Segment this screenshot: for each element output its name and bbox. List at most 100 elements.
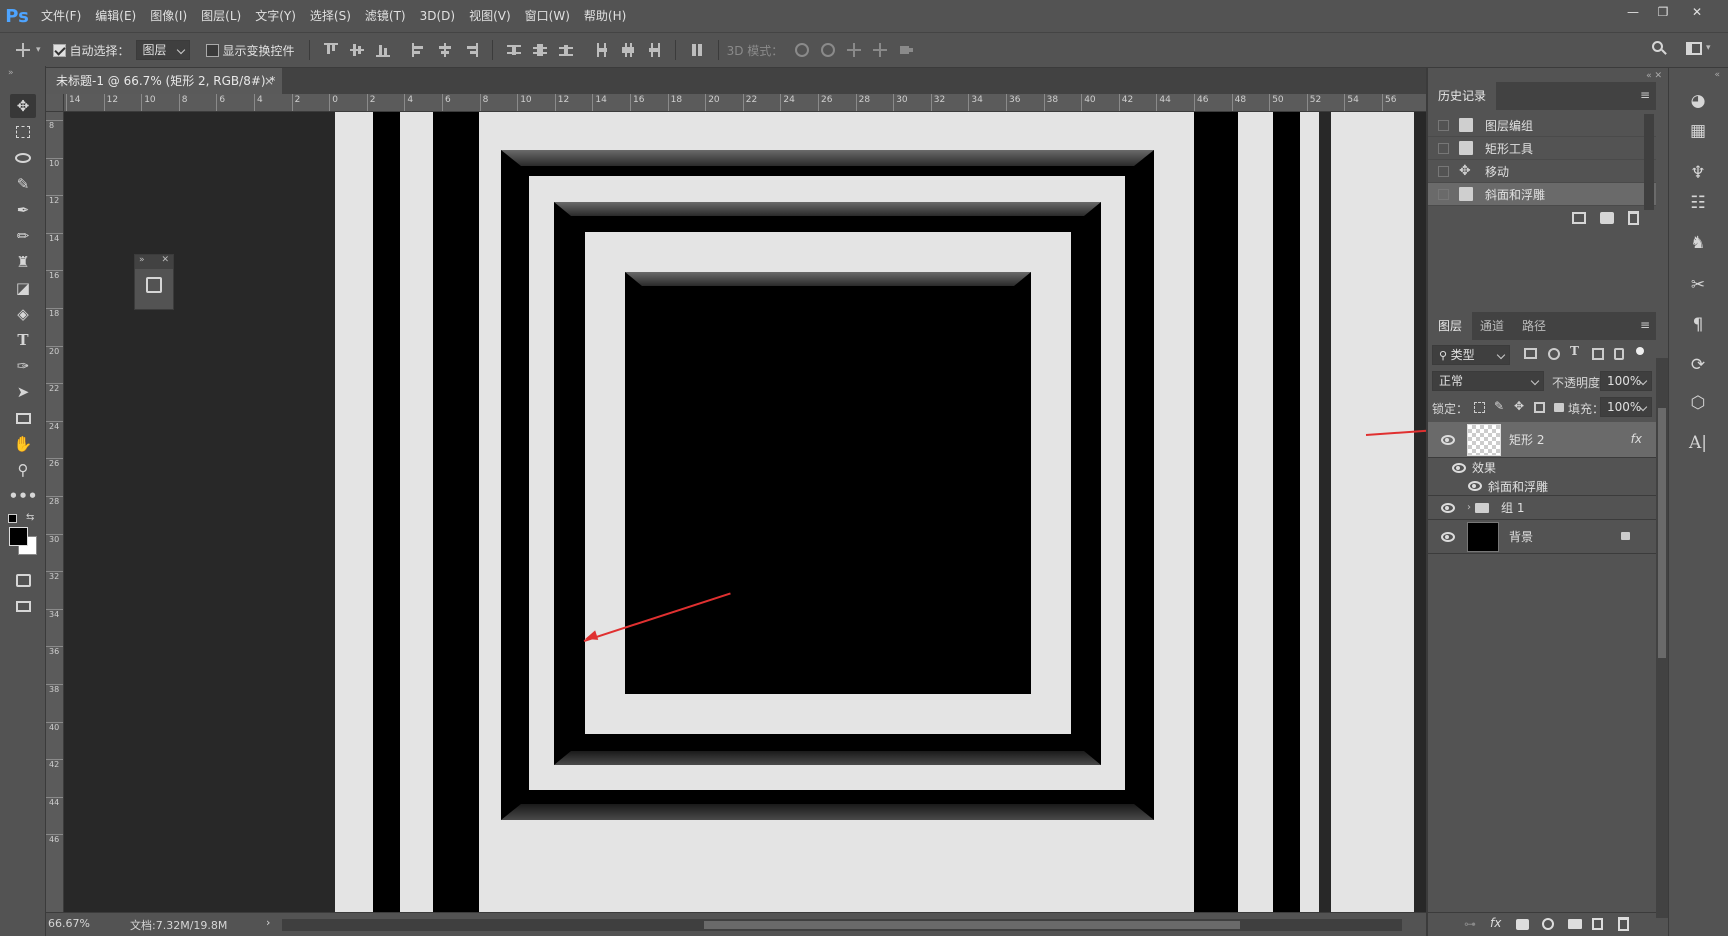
menu-type[interactable]: 文字(Y)	[248, 0, 303, 32]
3d-cube-icon[interactable]: ⬡	[1687, 392, 1709, 414]
restore-button[interactable]: ❐	[1650, 4, 1676, 20]
move-tool-icon[interactable]	[16, 43, 30, 57]
add-style-icon[interactable]: fx	[1490, 916, 1501, 930]
layers-scroll-thumb[interactable]	[1658, 408, 1666, 658]
menu-edit[interactable]: 编辑(E)	[88, 0, 143, 32]
align-left-icon[interactable]	[411, 43, 426, 57]
character-icon[interactable]: A|	[1687, 432, 1709, 454]
tab-layers[interactable]: 图层	[1428, 312, 1473, 340]
menu-file[interactable]: 文件(F)	[34, 0, 88, 32]
menu-filter[interactable]: 滤镜(T)	[358, 0, 413, 32]
color-palette-icon[interactable]: ◕	[1687, 90, 1709, 112]
distribute-top-icon[interactable]	[506, 43, 521, 57]
show-transform-checkbox[interactable]	[205, 43, 219, 57]
filter-shape-icon[interactable]	[1592, 348, 1604, 360]
collapse-panels-icon[interactable]: « ✕	[1646, 71, 1662, 81]
history-snapshot-box[interactable]	[1438, 119, 1449, 131]
document-tab[interactable]: 未标题-1 @ 66.7% (矩形 2, RGB/8#) * ×	[46, 68, 282, 94]
new-layer-icon[interactable]	[1592, 918, 1603, 930]
align-top-icon[interactable]	[323, 43, 338, 57]
tab-paths[interactable]: 路径	[1512, 312, 1556, 340]
history-snapshot-box[interactable]	[1438, 165, 1449, 177]
layer-row-background[interactable]: 背景	[1428, 520, 1656, 554]
distribute-left-icon[interactable]	[595, 43, 609, 57]
ruler-origin[interactable]	[46, 94, 64, 111]
properties-icon[interactable]: ⟳	[1687, 354, 1709, 376]
auto-align-icon[interactable]	[690, 43, 704, 57]
eraser-tool-icon[interactable]: ◪	[10, 276, 36, 300]
filter-adjustment-icon[interactable]	[1548, 348, 1560, 360]
screen-mode-icon[interactable]	[10, 594, 36, 618]
link-layers-icon[interactable]: ⊶	[1464, 917, 1476, 931]
expand-chevron-icon[interactable]: ›	[1467, 502, 1471, 513]
lock-artboard-icon[interactable]	[1534, 402, 1545, 413]
opacity-field[interactable]: 100%	[1600, 371, 1652, 391]
workspace-chevron-icon[interactable]: ▾	[1706, 43, 1711, 53]
foreground-color-swatch[interactable]	[9, 527, 28, 546]
menu-select[interactable]: 选择(S)	[303, 0, 358, 32]
filter-smart-object-icon[interactable]	[1614, 348, 1624, 360]
blend-mode-dropdown[interactable]: 正常	[1432, 371, 1544, 391]
menu-3d[interactable]: 3D(D)	[413, 0, 462, 32]
menu-image[interactable]: 图像(I)	[143, 0, 194, 32]
layers-scrollbar[interactable]	[1656, 358, 1668, 918]
menu-view[interactable]: 视图(V)	[462, 0, 518, 32]
horizontal-scrollbar[interactable]	[282, 919, 1402, 931]
distribute-hcenter-icon[interactable]	[621, 43, 635, 57]
paragraph-icon[interactable]: ¶	[1687, 314, 1709, 336]
visibility-eye-icon[interactable]	[1468, 481, 1482, 491]
quick-select-tool-icon[interactable]: ✎	[10, 172, 36, 196]
canvas-workspace[interactable]	[64, 112, 1426, 912]
close-button[interactable]: ✕	[1684, 4, 1710, 20]
path-select-tool-icon[interactable]: ➤	[10, 380, 36, 404]
tab-history[interactable]: 历史记录	[1428, 82, 1497, 110]
history-snapshot-box[interactable]	[1438, 188, 1449, 200]
fill-field[interactable]: 100%	[1600, 397, 1652, 417]
pen-tool-icon[interactable]: ✑	[10, 354, 36, 378]
history-scrollbar[interactable]	[1644, 114, 1654, 210]
lock-paint-icon[interactable]: ✎	[1494, 399, 1504, 413]
status-menu-arrow-icon[interactable]: ›	[266, 916, 270, 929]
brushes-icon[interactable]: ♆	[1687, 162, 1709, 184]
tool-preset-chevron-icon[interactable]: ▾	[36, 45, 41, 55]
menu-help[interactable]: 帮助(H)	[577, 0, 633, 32]
collapse-toolbox-icon[interactable]: »	[8, 68, 14, 78]
auto-select-checkbox[interactable]	[52, 43, 66, 57]
effects-row[interactable]: 效果	[1428, 458, 1656, 477]
3d-pan-icon[interactable]	[847, 43, 862, 57]
move-tool-icon[interactable]: ✥	[10, 94, 36, 118]
type-tool-icon[interactable]: T	[10, 328, 36, 352]
add-mask-icon[interactable]	[1516, 919, 1529, 930]
visibility-eye-icon[interactable]	[1441, 502, 1455, 513]
filter-type-icon[interactable]: T	[1570, 344, 1579, 358]
fx-badge[interactable]: fx	[1631, 432, 1642, 446]
zoom-tool-icon[interactable]: ⚲	[10, 458, 36, 482]
expand-panels-icon[interactable]: «	[1714, 70, 1720, 80]
3d-roll-icon[interactable]	[821, 43, 836, 57]
visibility-eye-icon[interactable]	[1452, 462, 1466, 473]
3d-scale-icon[interactable]	[899, 43, 914, 57]
trash-icon[interactable]	[1618, 917, 1629, 931]
3d-panel-icon[interactable]	[146, 277, 162, 293]
layer-row-selected[interactable]: 矩形 2 fx	[1428, 422, 1656, 458]
history-item[interactable]: 图层编组	[1428, 114, 1656, 137]
clone-source-icon[interactable]: ♞	[1687, 232, 1709, 254]
close-tab-icon[interactable]: ×	[264, 68, 274, 94]
visibility-eye-icon[interactable]	[1441, 531, 1455, 542]
marquee-tool-icon[interactable]	[10, 120, 36, 144]
3d-slide-icon[interactable]	[873, 43, 888, 57]
align-bottom-icon[interactable]	[375, 43, 390, 57]
effect-bevel-emboss-row[interactable]: 斜面和浮雕	[1428, 477, 1656, 496]
lock-all-icon[interactable]	[1554, 403, 1564, 412]
new-document-from-state-icon[interactable]	[1572, 212, 1586, 224]
layer-filter-dropdown[interactable]: ⚲ 类型	[1432, 345, 1510, 365]
history-item[interactable]: ✥ 移动	[1428, 160, 1656, 183]
distribute-right-icon[interactable]	[647, 43, 661, 57]
menu-window[interactable]: 窗口(W)	[518, 0, 577, 32]
visibility-eye-icon[interactable]	[1441, 434, 1455, 445]
document-canvas[interactable]	[64, 112, 1426, 912]
lasso-tool-icon[interactable]	[10, 146, 36, 170]
more-tools-icon[interactable]: •••	[9, 484, 38, 508]
tab-channels[interactable]: 通道	[1470, 312, 1514, 340]
align-right-icon[interactable]	[464, 43, 478, 57]
